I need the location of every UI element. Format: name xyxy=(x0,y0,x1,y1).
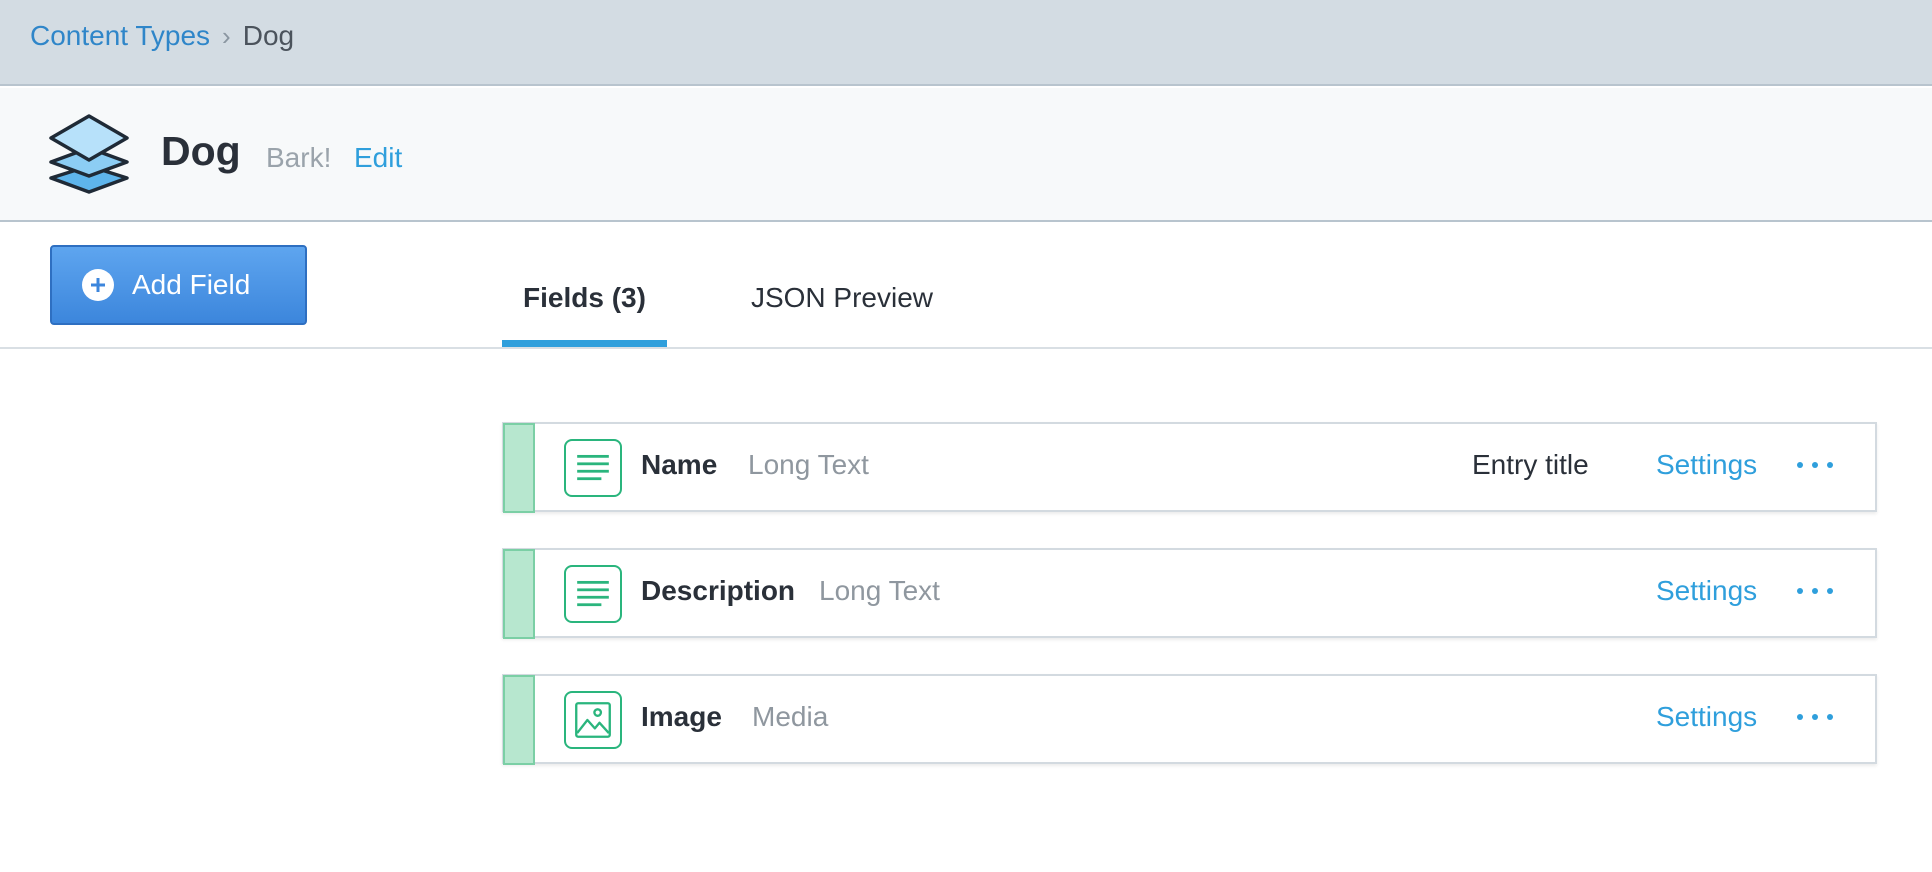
field-settings-link[interactable]: Settings xyxy=(1656,449,1757,481)
long-text-icon xyxy=(564,565,622,623)
long-text-icon xyxy=(564,439,622,497)
entry-title-badge: Entry title xyxy=(1472,449,1589,480)
content-type-description: Bark! xyxy=(266,142,332,173)
add-field-label: Add Field xyxy=(132,269,251,300)
field-settings-link[interactable]: Settings xyxy=(1656,701,1757,733)
edit-link[interactable]: Edit xyxy=(354,142,402,174)
layers-icon xyxy=(49,114,129,194)
drag-handle[interactable] xyxy=(503,423,535,513)
content-type-title: Dog xyxy=(161,128,241,174)
more-options-icon[interactable] xyxy=(1797,455,1833,475)
media-icon xyxy=(564,691,622,749)
breadcrumb-bar: Content Types › Dog xyxy=(0,0,1932,86)
more-options-icon[interactable] xyxy=(1797,707,1833,727)
field-row[interactable]: Name Long Text Entry title Settings xyxy=(502,422,1877,513)
field-row[interactable]: Description Long Text Settings xyxy=(502,548,1877,639)
field-type: Long Text xyxy=(748,449,869,480)
field-row[interactable]: Image Media Settings xyxy=(502,674,1877,765)
active-tab-indicator xyxy=(502,340,667,347)
breadcrumb-content-types-link[interactable]: Content Types xyxy=(30,20,210,52)
divider xyxy=(0,347,1932,349)
add-field-button[interactable]: Add Field xyxy=(50,245,307,325)
content-type-header: Dog Bark! Edit xyxy=(0,88,1932,222)
field-type: Media xyxy=(752,701,829,732)
field-name: Name xyxy=(641,449,718,480)
more-options-icon[interactable] xyxy=(1797,581,1833,601)
breadcrumb-current: Dog xyxy=(242,20,295,51)
chevron-right-icon: › xyxy=(222,20,231,51)
field-name: Image xyxy=(641,701,722,732)
field-name: Description xyxy=(641,575,796,606)
field-type: Long Text xyxy=(819,575,940,606)
plus-circle-icon xyxy=(82,269,114,301)
field-settings-link[interactable]: Settings xyxy=(1656,575,1757,607)
tab-json-preview[interactable]: JSON Preview xyxy=(742,248,942,348)
drag-handle[interactable] xyxy=(503,675,535,765)
tab-fields[interactable]: Fields (3) xyxy=(502,248,667,348)
breadcrumb: Content Types › Dog xyxy=(30,18,294,54)
drag-handle[interactable] xyxy=(503,549,535,639)
